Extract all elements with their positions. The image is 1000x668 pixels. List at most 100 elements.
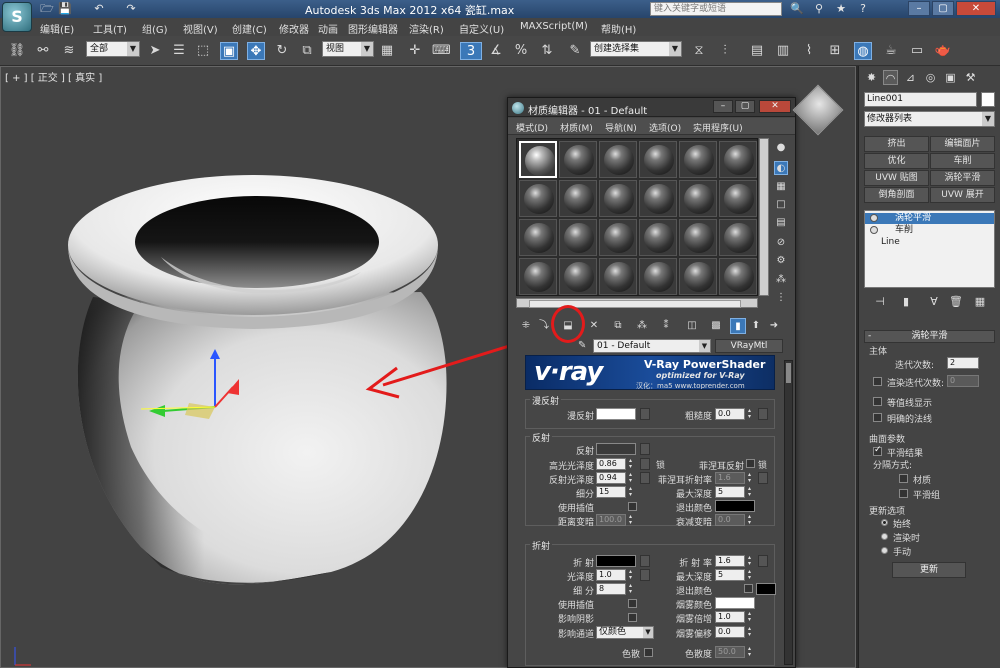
hilight-gloss-map-button[interactable] [640,458,650,470]
favorites-icon[interactable]: ★ [834,2,848,16]
dim-falloff-spinner[interactable]: ▴ ▾ [746,514,753,526]
hilight-lock-label[interactable]: 锁 [656,458,665,471]
redo-icon[interactable]: ↷ [124,2,138,15]
selection-region-icon[interactable]: ⬚ [194,42,212,60]
help-icon[interactable]: ? [856,2,870,16]
snaps-toggle-icon[interactable]: 3 [460,42,482,60]
fog-bias-field[interactable]: 0.0 [715,626,745,638]
fresnel-ior-spinner[interactable]: ▴ ▾ [746,472,753,484]
exit-color-swatch[interactable] [715,500,755,512]
subdivs-spinner[interactable]: ▴ ▾ [627,486,634,498]
menu-maxscript[interactable]: MAXScript(M) [520,21,588,32]
uvw-map-button[interactable]: UVW 贴图 [864,170,929,186]
stack-item-lathe[interactable]: 车削 [865,225,994,236]
refl-gloss-map-button[interactable] [640,472,650,484]
abbe-field[interactable]: 50.0 [715,646,745,658]
material-map-navigator-icon[interactable]: ⋮ [774,291,788,305]
mtl-menu-modes[interactable]: 模式(D) [516,121,548,134]
material-slot[interactable] [639,219,677,256]
get-material-icon[interactable]: ⁜ [518,318,534,334]
slots-horizontal-scrollbar[interactable] [516,298,758,308]
refl-gloss-spinner[interactable]: ▴ ▾ [627,472,634,484]
close-button[interactable]: ✕ [956,1,996,16]
keyboard-shortcut-icon[interactable]: ⌨ [432,42,451,60]
show-end-result-icon[interactable]: ▮ [897,294,915,310]
backlight-icon[interactable]: ◐ [774,161,788,175]
material-slot[interactable] [599,219,637,256]
update-rendering-radio[interactable] [881,533,888,540]
fresnel-ior-field[interactable]: 1.6 [715,472,745,484]
pick-material-icon[interactable]: ✎ [578,339,590,353]
select-scale-icon[interactable]: ⧉ [298,42,316,60]
extrude-button[interactable]: 挤出 [864,136,929,152]
affect-shadows-checkbox[interactable] [628,613,637,622]
utilities-tab-icon[interactable]: ⚒ [963,70,978,85]
percent-snap-icon[interactable]: % [512,42,530,60]
hierarchy-tab-icon[interactable]: ⊿ [903,70,918,85]
select-move-icon[interactable]: ✥ [247,42,265,60]
select-by-material-icon[interactable]: ⁂ [774,273,788,287]
viewport-label[interactable]: [ + ] [ 正交 ] [ 真实 ] [5,69,102,84]
fresnel-ior-map-button[interactable] [758,472,768,484]
edit-named-selection-icon[interactable]: ✎ [566,42,584,60]
menu-animation[interactable]: 动画 [318,21,338,36]
menu-edit[interactable]: 编辑(E) [40,21,74,36]
reflect-color-swatch[interactable] [596,443,636,455]
isoline-checkbox[interactable] [873,397,882,406]
iterations-spinner[interactable]: 2 [947,357,979,369]
update-button[interactable]: 更新 [892,562,966,578]
menu-group[interactable]: 组(G) [142,21,168,36]
max-depth-spinner[interactable]: ▴ ▾ [746,486,753,498]
pivot-center-icon[interactable]: ▦ [378,42,396,60]
object-name-field[interactable]: Line001 [864,92,977,107]
schematic-view-icon[interactable]: ⊞ [826,42,844,60]
material-slot[interactable] [519,258,557,295]
material-slot[interactable] [519,180,557,217]
params-scrollbar[interactable] [784,360,793,665]
unwrap-uvw-button[interactable]: UVW 展开 [930,187,995,203]
refr-max-depth-field[interactable]: 5 [715,569,745,581]
update-manual-radio[interactable] [881,547,888,554]
material-slot[interactable] [679,180,717,217]
bind-space-warp-icon[interactable]: ≋ [60,42,78,60]
material-slot[interactable] [639,180,677,217]
hilight-gloss-field[interactable]: 0.86 [596,458,626,470]
material-id-icon[interactable]: ◫ [684,318,700,334]
affect-channels-dropdown[interactable]: 仅颜色 ▼ [596,626,654,639]
configure-sets-icon[interactable]: ▦ [971,294,989,310]
fog-mult-field[interactable]: 1.0 [715,611,745,623]
select-link-icon[interactable]: ⛓ [8,42,26,60]
menu-rendering[interactable]: 渲染(R) [409,21,444,36]
mtl-menu-utilities[interactable]: 实用程序(U) [693,121,743,134]
update-always-radio[interactable] [881,519,888,526]
refr-exit-checkbox[interactable] [744,584,753,593]
roughness-map-button[interactable] [758,408,768,420]
ior-map-button[interactable] [758,555,768,567]
graphite-toolbar-icon[interactable]: ▥ [774,42,792,60]
dim-distance-field[interactable]: 100.0 [596,514,626,526]
refr-interp-checkbox[interactable] [628,599,637,608]
material-type-button[interactable]: VRayMtl [715,339,783,353]
render-iters-checkbox[interactable] [873,377,882,386]
reflect-map-button[interactable] [640,443,650,455]
turbosmooth-button[interactable]: 涡轮平滑 [930,170,995,186]
fog-color-swatch[interactable] [715,597,755,609]
menu-modifiers[interactable]: 修改器 [279,21,309,36]
put-to-library-icon[interactable]: ⁑ [658,318,674,334]
refr-exit-color-swatch[interactable] [756,583,776,595]
menu-customize[interactable]: 自定义(U) [459,21,504,36]
select-object-icon[interactable]: ➤ [146,42,164,60]
refl-gloss-field[interactable]: 0.94 [596,472,626,484]
material-slot[interactable] [719,180,757,217]
select-manipulate-icon[interactable]: ✛ [406,42,424,60]
object-color-swatch[interactable] [981,92,995,107]
copy-material-icon[interactable]: ⧉ [610,318,626,334]
materials-checkbox[interactable] [899,474,908,483]
diffuse-color-swatch[interactable] [596,408,636,420]
lathe-button[interactable]: 车削 [930,153,995,169]
material-slot[interactable] [519,219,557,256]
modify-tab-icon[interactable]: ◠ [883,70,898,85]
turbosmooth-rollout-header[interactable]: - 涡轮平滑 [864,330,995,343]
menu-views[interactable]: 视图(V) [183,21,218,36]
material-slot[interactable] [639,141,677,178]
